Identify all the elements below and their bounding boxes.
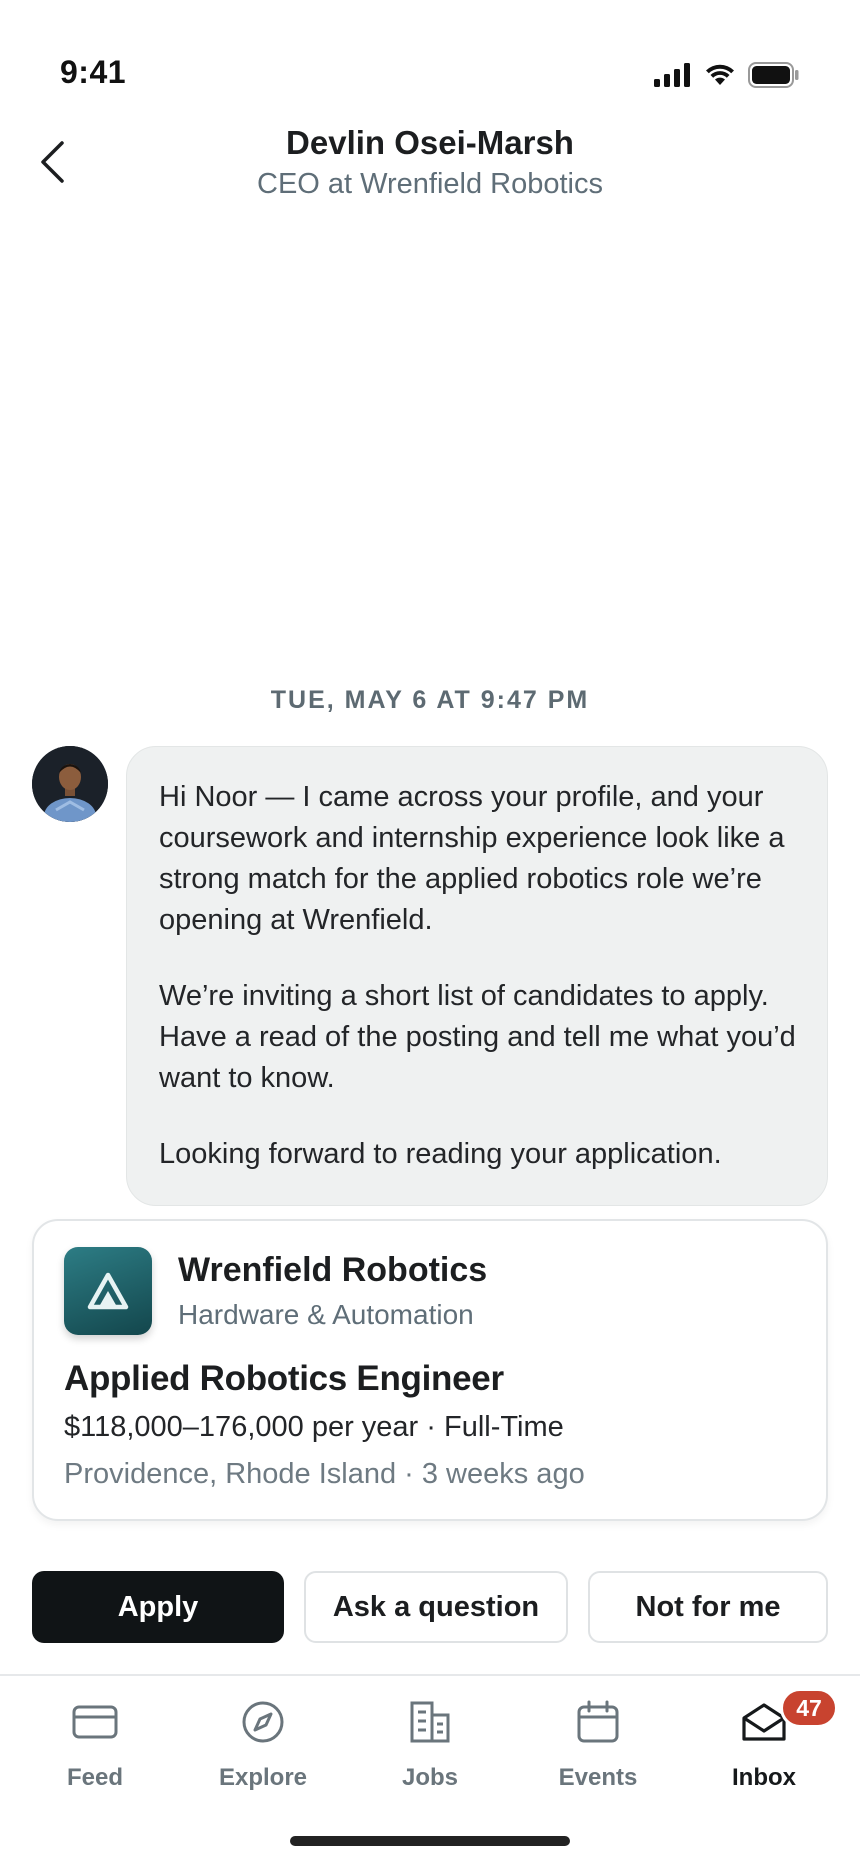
sender-avatar[interactable] — [32, 746, 108, 822]
contact-name[interactable]: Devlin Osei-Marsh — [0, 124, 860, 162]
job-salary: $118,000–176,000 per year · Full-Time — [64, 1411, 564, 1443]
company-industry: Hardware & Automation — [178, 1299, 474, 1330]
tab-jobs[interactable]: Jobs — [346, 1676, 514, 1796]
person-photo-icon — [32, 746, 108, 822]
status-icons — [654, 62, 800, 88]
job-location: Providence, Rhode Island · 3 weeks ago — [64, 1458, 585, 1490]
tab-events[interactable]: Events — [514, 1676, 682, 1796]
tab-feed[interactable]: Feed — [11, 1676, 179, 1796]
compass-icon — [237, 1696, 289, 1748]
message-paragraph: Hi Noor — I came across your profile, an… — [159, 781, 785, 936]
battery-icon — [748, 62, 799, 88]
message-timestamp: TUE, MAY 6 AT 9:47 PM — [270, 686, 590, 714]
buildings-icon — [404, 1696, 456, 1748]
tab-label: Explore — [218, 1764, 308, 1791]
chat-screen: 9:41 Devlin Osei-Marsh CEO at Wrenfield … — [0, 0, 860, 1864]
tab-inbox[interactable]: 47 Inbox — [680, 1676, 848, 1796]
signal-icon — [654, 63, 690, 87]
message-bubble: Hi Noor — I came across your profile, an… — [126, 746, 828, 1206]
company-name: Wrenfield Robotics — [178, 1251, 488, 1289]
company-logo — [64, 1247, 152, 1335]
calendar-icon — [572, 1696, 624, 1748]
tab-label: Jobs — [401, 1764, 458, 1791]
tab-label: Inbox — [732, 1764, 796, 1791]
tab-explore[interactable]: Explore — [179, 1676, 347, 1796]
wifi-icon — [706, 64, 734, 85]
tab-label: Feed — [66, 1764, 123, 1791]
card-icon — [69, 1696, 121, 1748]
company-logo-icon — [87, 1272, 129, 1310]
home-indicator[interactable] — [290, 1836, 570, 1846]
job-title: Applied Robotics Engineer — [64, 1359, 504, 1398]
status-time: 9:41 — [60, 54, 127, 90]
not-for-me-button[interactable]: Not for me — [588, 1571, 828, 1643]
job-posting-card[interactable]: Wrenfield Robotics Hardware & Automation… — [32, 1219, 828, 1521]
apply-button[interactable]: Apply — [32, 1571, 284, 1643]
message-paragraph: Looking forward to reading your applicat… — [159, 1138, 722, 1170]
unread-count-badge: 47 — [780, 1688, 838, 1728]
tab-label: Events — [558, 1764, 638, 1791]
message-paragraph: We’re inviting a short list of candidate… — [159, 980, 796, 1094]
contact-headline: CEO at Wrenfield Robotics — [257, 168, 603, 200]
ask-question-button[interactable]: Ask a question — [304, 1571, 568, 1643]
